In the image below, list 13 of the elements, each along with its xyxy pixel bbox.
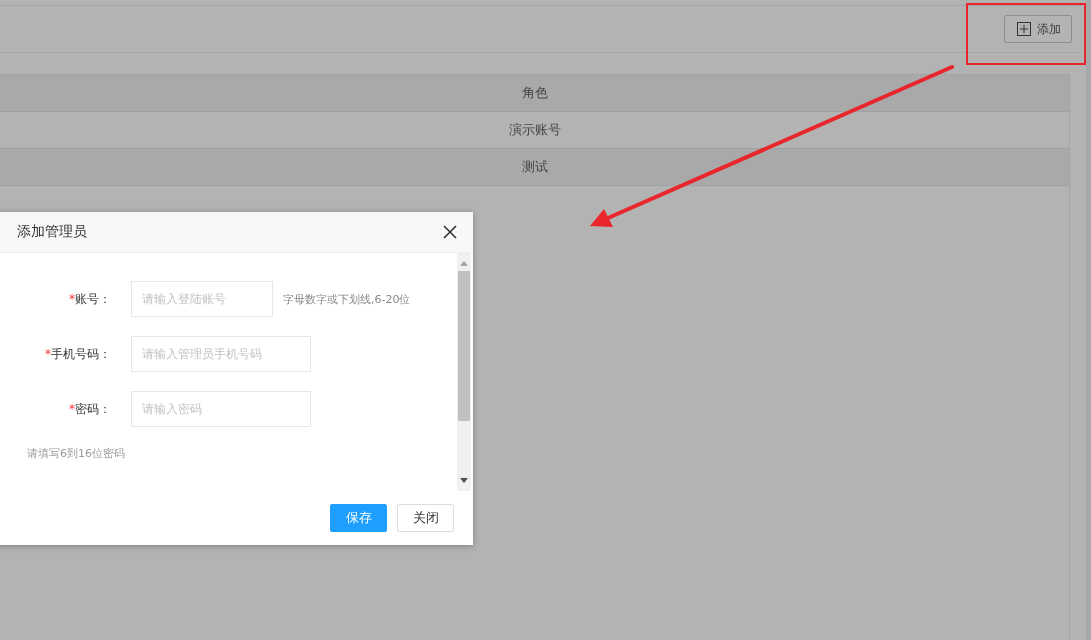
- close-button[interactable]: 关闭: [397, 504, 454, 532]
- table-cell: 角色: [0, 75, 1069, 112]
- password-note: 请填写6到16位密码: [27, 446, 126, 461]
- input-field[interactable]: 请输入登陆账号: [131, 281, 273, 317]
- add-button[interactable]: 添加: [1004, 15, 1072, 43]
- field-label: *账号：: [68, 290, 111, 308]
- table-cell: 测试: [0, 149, 1069, 186]
- close-icon[interactable]: [443, 225, 457, 239]
- plus-square-icon: [1017, 22, 1031, 36]
- field-label: *手机号码：: [44, 345, 111, 363]
- dialog-title: 添加管理员: [17, 223, 87, 241]
- field-label: *密码：: [68, 400, 111, 418]
- field-hint: 字母数字或下划线,6-20位: [283, 291, 411, 307]
